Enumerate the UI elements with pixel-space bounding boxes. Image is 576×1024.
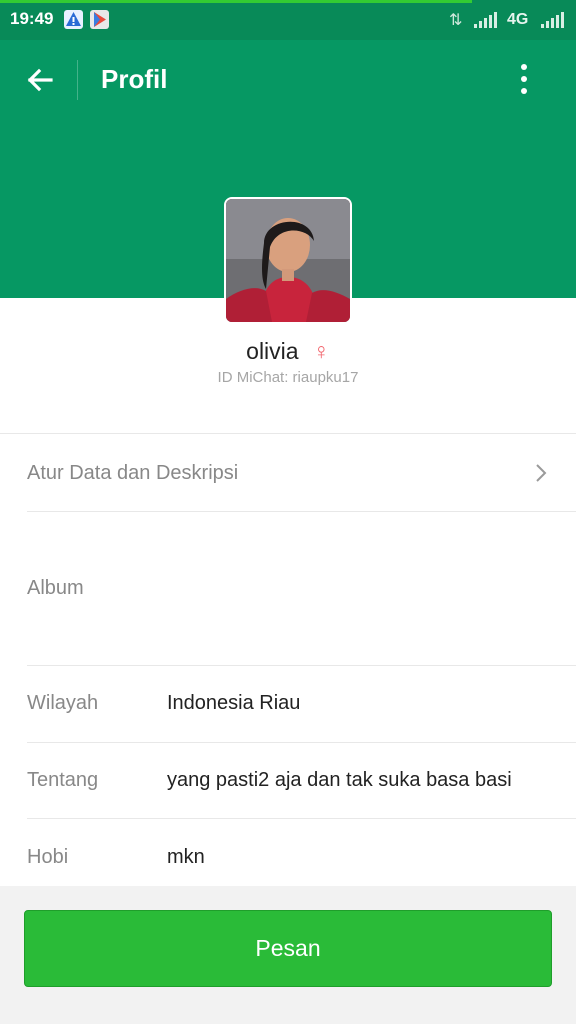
warning-notification-icon [64, 10, 83, 29]
album-row-label: Album [27, 577, 84, 599]
profile-name-row: olivia ♀ [0, 338, 576, 365]
about-label: Tentang [27, 769, 99, 791]
settings-row-label: Atur Data dan Deskripsi [27, 462, 239, 484]
region-value: Indonesia Riau [167, 692, 301, 714]
top-progress-line [0, 0, 472, 3]
footer-bar: Pesan [0, 886, 576, 1024]
status-time: 19:49 [10, 9, 54, 28]
michat-id: ID MiChat: riaupku17 [217, 369, 359, 386]
page-title: Profil [101, 64, 168, 94]
status-bar: 19:49 ⇅ 4G [0, 0, 576, 40]
row-divider [27, 511, 576, 512]
network-type: 4G [507, 11, 529, 28]
row-divider [27, 665, 576, 666]
female-gender-icon: ♀ [312, 338, 330, 364]
row-divider [27, 742, 576, 743]
play-store-icon [90, 10, 109, 29]
hobby-value: mkn [167, 846, 205, 868]
avatar[interactable] [224, 197, 352, 324]
data-transfer-icon: ⇅ [449, 12, 463, 29]
chevron-right-icon [534, 462, 548, 484]
about-value: yang pasti2 aja dan tak suka basa basi [167, 769, 512, 791]
signal-strength-icon-1 [474, 12, 497, 28]
hobby-label: Hobi [27, 846, 69, 868]
more-options-icon[interactable] [512, 62, 536, 98]
profile-name: olivia [246, 338, 299, 364]
back-arrow-icon[interactable] [24, 64, 56, 96]
signal-strength-icon-2 [541, 12, 564, 28]
header-divider [77, 60, 78, 100]
row-divider [27, 818, 576, 819]
message-button[interactable]: Pesan [24, 910, 552, 987]
region-label: Wilayah [27, 692, 99, 714]
section-divider [0, 433, 576, 434]
